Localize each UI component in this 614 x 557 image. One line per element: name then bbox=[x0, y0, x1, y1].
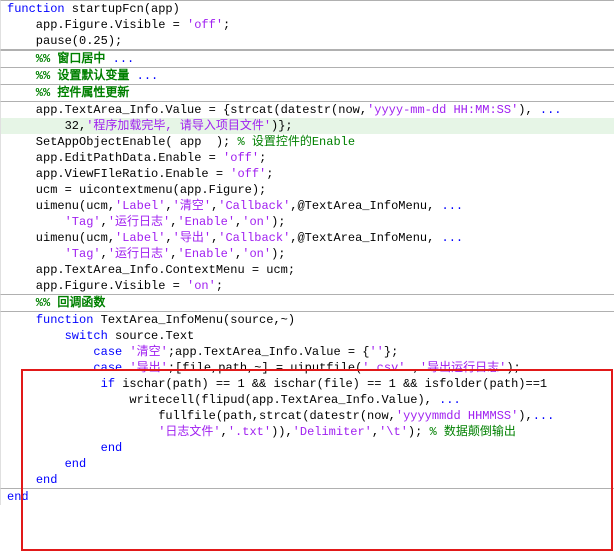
code-line: end bbox=[0, 489, 614, 505]
code-line: case '导出';[file,path,~] = uiputfile('.cs… bbox=[0, 360, 614, 376]
code-line: fullfile(path,strcat(datestr(now,'yyyymm… bbox=[0, 408, 614, 424]
code-line: SetAppObjectEnable( app ); % 设置控件的Enable bbox=[0, 134, 614, 150]
section-comment: %% 回调函数 bbox=[0, 295, 614, 312]
keyword-switch: switch bbox=[65, 329, 108, 343]
code-line: pause(0.25); bbox=[0, 33, 614, 50]
section-comment: %% 设置默认变量 ... bbox=[0, 68, 614, 85]
keyword-end: end bbox=[7, 490, 29, 504]
code-line: 'Tag','运行日志','Enable','on'); bbox=[0, 214, 614, 230]
keyword-function: function bbox=[36, 313, 94, 327]
code-line: end bbox=[0, 472, 614, 489]
code-line: writecell(flipud(app.TextArea_Info.Value… bbox=[0, 392, 614, 408]
keyword-end: end bbox=[36, 473, 58, 487]
code-line: app.EditPathData.Enable = 'off'; bbox=[0, 150, 614, 166]
code-line: app.Figure.Visible = 'off'; bbox=[0, 17, 614, 33]
code-line: app.ViewFIleRatio.Enable = 'off'; bbox=[0, 166, 614, 182]
section-comment: %% 控件属性更新 bbox=[0, 85, 614, 102]
code-editor: function startupFcn(app) app.Figure.Visi… bbox=[0, 0, 614, 505]
keyword-function: function bbox=[7, 2, 65, 16]
code-line: end bbox=[0, 440, 614, 456]
keyword-case: case bbox=[93, 345, 129, 359]
code-line: app.TextArea_Info.Value = {strcat(datest… bbox=[0, 102, 614, 118]
keyword-if: if bbox=[101, 377, 115, 391]
code-line: uimenu(ucm,'Label','导出','Callback',@Text… bbox=[0, 230, 614, 246]
code-line: if ischar(path) == 1 && ischar(file) == … bbox=[0, 376, 614, 392]
code-line: function TextArea_InfoMenu(source,~) bbox=[0, 312, 614, 328]
code-line: function startupFcn(app) bbox=[0, 0, 614, 17]
code-line: 'Tag','运行日志','Enable','on'); bbox=[0, 246, 614, 262]
code-line: uimenu(ucm,'Label','清空','Callback',@Text… bbox=[0, 198, 614, 214]
keyword-end: end bbox=[101, 441, 123, 455]
keyword-case: case bbox=[93, 361, 129, 375]
code-line-highlight: 32,'程序加载完毕, 请导入项目文件')}; bbox=[0, 118, 614, 134]
code-line: end bbox=[0, 456, 614, 472]
code-line: app.TextArea_Info.ContextMenu = ucm; bbox=[0, 262, 614, 278]
code-line: case '清空';app.TextArea_Info.Value = {''}… bbox=[0, 344, 614, 360]
code-line: ucm = uicontextmenu(app.Figure); bbox=[0, 182, 614, 198]
keyword-end: end bbox=[65, 457, 87, 471]
section-comment: %% 窗口居中 ... bbox=[0, 50, 614, 68]
code-line: switch source.Text bbox=[0, 328, 614, 344]
code-line: app.Figure.Visible = 'on'; bbox=[0, 278, 614, 295]
code-line: '日志文件','.txt')),'Delimiter','\t'); % 数据颠… bbox=[0, 424, 614, 440]
